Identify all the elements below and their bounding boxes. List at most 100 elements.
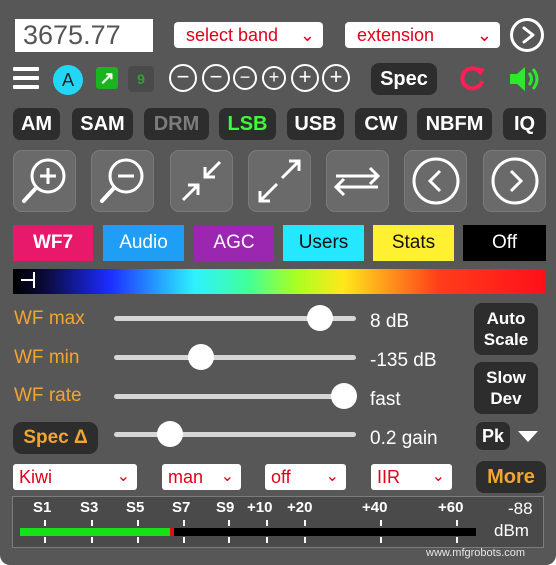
wf-min-label: WF min: [14, 347, 80, 368]
s-meter-reading: -88: [508, 499, 533, 518]
view-a-button[interactable]: A: [53, 65, 83, 95]
s-meter-label: S9: [216, 499, 235, 516]
s-meter-peak: [170, 528, 175, 536]
chevron-left-circle-icon: [412, 157, 460, 205]
tab-users[interactable]: Users: [283, 225, 364, 261]
s-meter-tick: [137, 520, 139, 526]
s-meter-label: +20: [287, 499, 313, 516]
s-meter-label: S1: [33, 499, 52, 516]
previous-button[interactable]: [404, 150, 467, 212]
mode-drm[interactable]: DRM: [144, 108, 209, 140]
zoom-minus-2-button[interactable]: −: [202, 64, 230, 92]
s-meter-label: +60: [438, 499, 464, 516]
s-meter-tick: [91, 520, 93, 526]
spec-delta-value: 0.2 gain: [370, 428, 438, 449]
wf-max-value: 8 dB: [370, 311, 410, 332]
mode-cw[interactable]: CW: [355, 108, 407, 140]
tab-wf[interactable]: WF7: [13, 225, 93, 261]
mode-lsb[interactable]: LSB: [219, 108, 276, 140]
chevron-down-icon: ⌄: [220, 468, 234, 485]
zoom-out-button[interactable]: [91, 150, 154, 212]
colormap-select-label: Kiwi: [19, 467, 53, 487]
colormap-select[interactable]: Kiwi ⌄: [13, 464, 137, 490]
s-meter-tick: [266, 520, 268, 526]
caret-down-icon[interactable]: [518, 431, 538, 442]
chevron-down-icon: ⌄: [116, 468, 130, 485]
wf-max-label: WF max: [14, 308, 85, 329]
wf-rate-track[interactable]: [114, 383, 357, 409]
slow-dev-line2: Dev: [490, 389, 522, 408]
spec-delta-knob[interactable]: [156, 421, 183, 447]
s-meter-tick: [183, 520, 185, 526]
colormap-marker: [21, 279, 33, 281]
wf-max-track[interactable]: [114, 305, 356, 331]
next-button[interactable]: [483, 150, 546, 212]
filter-select-label: IIR: [377, 467, 401, 487]
s-meter-tick: [266, 537, 268, 543]
auto-mode-select[interactable]: man ⌄: [162, 464, 241, 490]
peak-button[interactable]: Pk: [476, 422, 510, 450]
auto-scale-button[interactable]: Auto Scale: [474, 303, 538, 355]
extension-select-label: extension: [357, 25, 435, 45]
tab-audio[interactable]: Audio: [103, 225, 184, 261]
mode-usb[interactable]: USB: [287, 108, 344, 140]
s-meter-tick: [228, 520, 230, 526]
zoom-plus-3-button[interactable]: +: [322, 64, 350, 92]
filter-select[interactable]: IIR ⌄: [371, 464, 452, 490]
wf-min-value: -135 dB: [370, 350, 437, 371]
state-select[interactable]: off ⌄: [265, 464, 346, 490]
s-meter-tick: [44, 520, 46, 526]
wf-min-knob[interactable]: [188, 344, 215, 370]
expand-icon: [258, 159, 301, 203]
tab-stats[interactable]: Stats: [373, 225, 454, 261]
zoom-in-icon: [22, 158, 66, 203]
mode-sam[interactable]: SAM: [72, 108, 133, 140]
s-meter-fill: [20, 528, 171, 536]
mode-nbfm[interactable]: NBFM: [417, 108, 492, 140]
wf-rate-value: fast: [370, 389, 401, 410]
spec-delta-button[interactable]: Spec Δ: [13, 422, 98, 454]
extension-select[interactable]: extension ⌄: [345, 22, 500, 48]
wf-min-track[interactable]: [114, 344, 356, 370]
speaker-icon[interactable]: [508, 63, 544, 100]
mode-am[interactable]: AM: [13, 108, 60, 140]
s-meter-tick: [380, 520, 382, 526]
menu-icon[interactable]: [13, 67, 39, 89]
s-meter-label: S5: [126, 499, 145, 516]
zoom-out-icon: [100, 158, 144, 203]
zoom-minus-3-button[interactable]: −: [169, 64, 197, 92]
more-button[interactable]: More: [476, 461, 546, 493]
chevron-down-icon: ⌄: [325, 468, 339, 485]
contract-icon: [181, 160, 222, 202]
zoom-minus-1-button[interactable]: −: [233, 66, 257, 90]
zoom-plus-2-button[interactable]: +: [291, 64, 319, 92]
frequency-input[interactable]: 3675.77: [15, 19, 153, 52]
spec-button[interactable]: Spec: [371, 63, 437, 95]
step-button[interactable]: 9: [128, 66, 154, 92]
s-meter-tick: [380, 537, 382, 543]
band-select[interactable]: select band ⌄: [174, 22, 323, 48]
expand-button[interactable]: [248, 150, 311, 212]
s-meter-tick: [456, 537, 458, 543]
spec-delta-track[interactable]: [114, 421, 356, 447]
play-icon: [522, 26, 535, 44]
swap-button[interactable]: [326, 150, 389, 212]
zoom-in-button[interactable]: [13, 150, 76, 212]
s-meter-label: +40: [362, 499, 388, 516]
external-link-icon[interactable]: ↗: [96, 67, 118, 89]
mode-iq[interactable]: IQ: [503, 108, 546, 140]
tab-agc[interactable]: AGC: [194, 225, 274, 261]
s-meter-tick: [183, 537, 185, 543]
wf-rate-knob[interactable]: [330, 383, 357, 409]
wf-max-knob[interactable]: [306, 305, 333, 331]
contract-button[interactable]: [170, 150, 233, 212]
slow-dev-line1: Slow: [486, 368, 526, 387]
tab-off[interactable]: Off: [463, 225, 546, 261]
zoom-plus-1-button[interactable]: +: [262, 66, 286, 90]
chevron-down-icon: ⌄: [431, 468, 445, 485]
slow-dev-button[interactable]: Slow Dev: [474, 362, 538, 414]
reload-icon[interactable]: [456, 63, 488, 100]
s-meter-unit: dBm: [494, 521, 529, 540]
play-button[interactable]: [510, 18, 544, 52]
control-panel: 3675.77 select band ⌄ extension ⌄ A ↗ 9 …: [0, 0, 556, 565]
